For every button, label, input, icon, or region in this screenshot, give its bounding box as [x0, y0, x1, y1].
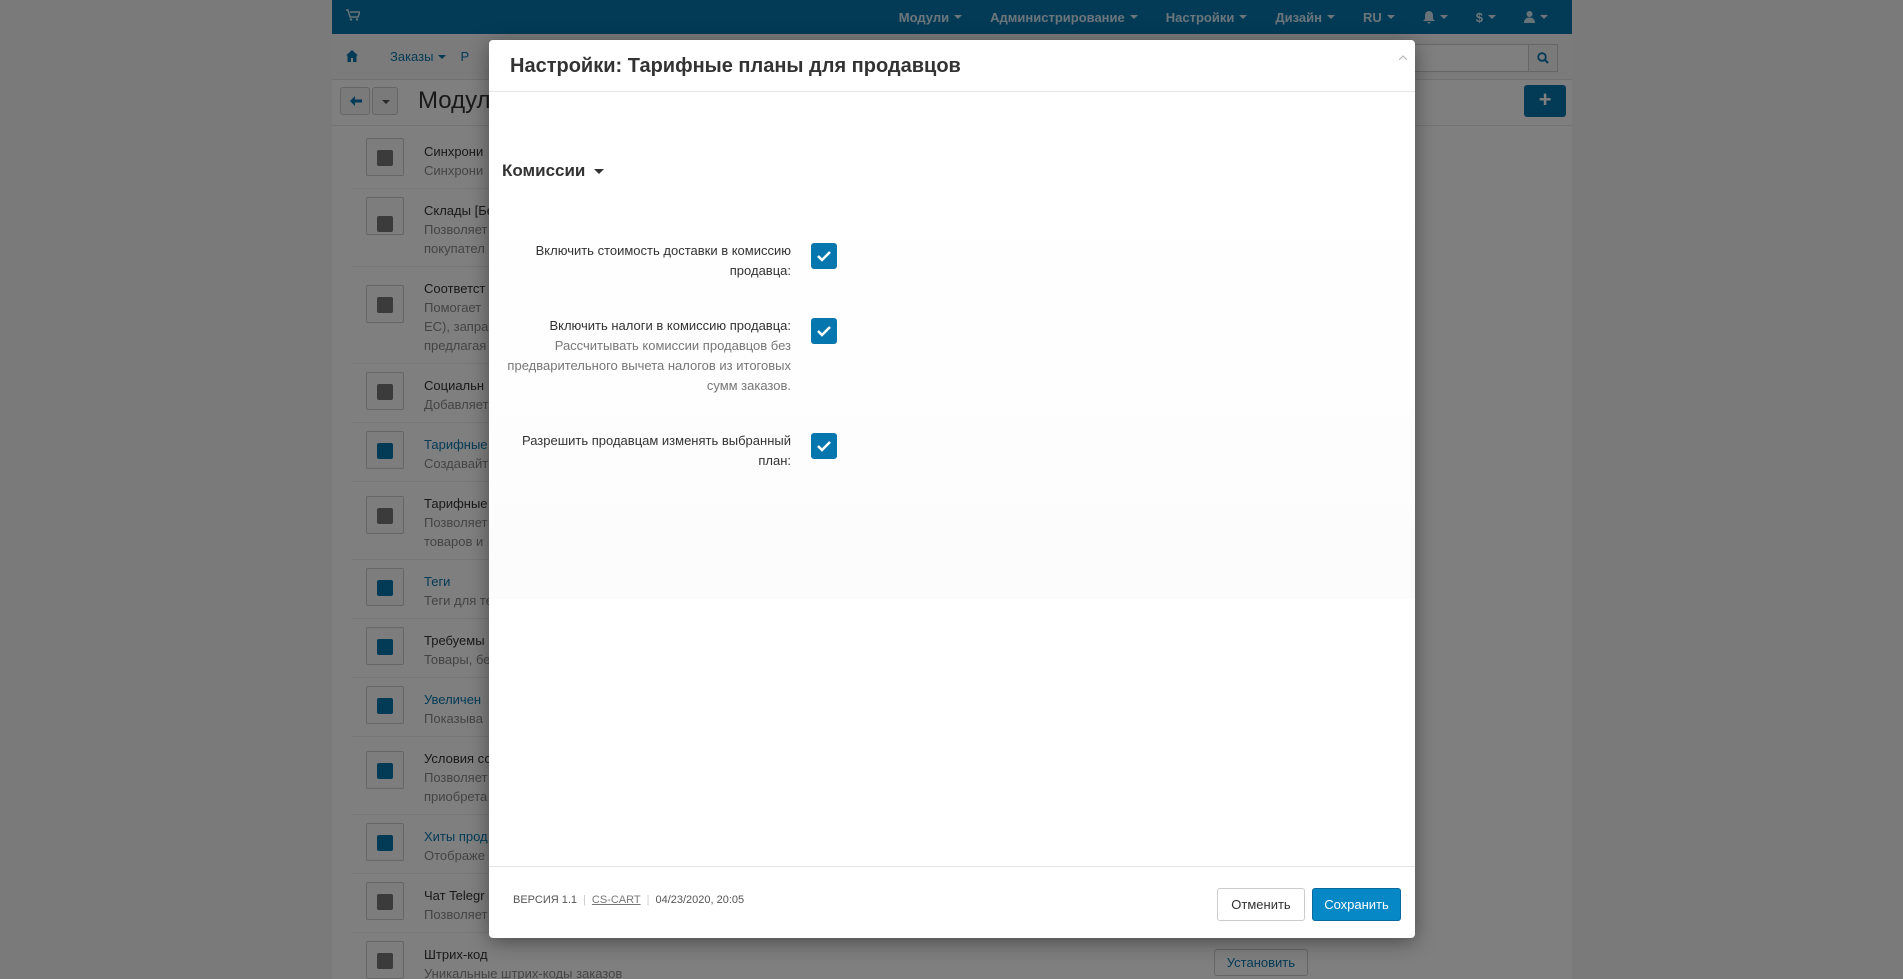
divider: | — [646, 894, 650, 906]
setting-label: Разрешить продавцам изменять выбранный п… — [521, 433, 791, 468]
setting-hint: Рассчитывать комиссии продавцов без пред… — [507, 338, 791, 393]
checkmark-icon — [817, 441, 831, 452]
dialog-header: Настройки: Тарифные планы для продавцов — [489, 40, 1415, 92]
tax-commission-checkbox[interactable] — [811, 318, 837, 344]
vendor-link[interactable]: CS-CART — [592, 894, 641, 906]
cancel-button[interactable]: Отменить — [1217, 888, 1305, 921]
save-button[interactable]: Сохранить — [1312, 888, 1401, 921]
shipping-commission-checkbox[interactable] — [811, 243, 837, 269]
dialog-footer: ВЕРСИЯ 1.1 | CS-CART | 04/23/2020, 20:05… — [489, 866, 1415, 938]
version-label: ВЕРСИЯ 1.1 — [513, 894, 578, 906]
release-date: 04/23/2020, 20:05 — [655, 894, 745, 906]
dialog-title: Настройки: Тарифные планы для продавцов — [510, 55, 961, 77]
dialog-body: Комиссии Включить стоимость доставки в к… — [489, 93, 1415, 866]
setting-label: Включить стоимость доставки в комиссию п… — [535, 243, 791, 278]
checkmark-icon — [817, 326, 831, 337]
checkmark-icon — [817, 251, 831, 262]
allow-plan-change-checkbox[interactable] — [811, 433, 837, 459]
section-toggle-commissions[interactable]: Комиссии — [502, 161, 605, 181]
chevron-down-icon — [594, 168, 605, 174]
divider: | — [583, 894, 586, 906]
settings-dialog: Настройки: Тарифные планы для продавцов … — [489, 40, 1415, 938]
setting-label: Включить налоги в комиссию продавца: Рас… — [491, 316, 791, 396]
addon-info: ВЕРСИЯ 1.1 | CS-CART | 04/23/2020, 20:05 — [513, 894, 744, 906]
close-icon[interactable] — [1397, 50, 1409, 62]
